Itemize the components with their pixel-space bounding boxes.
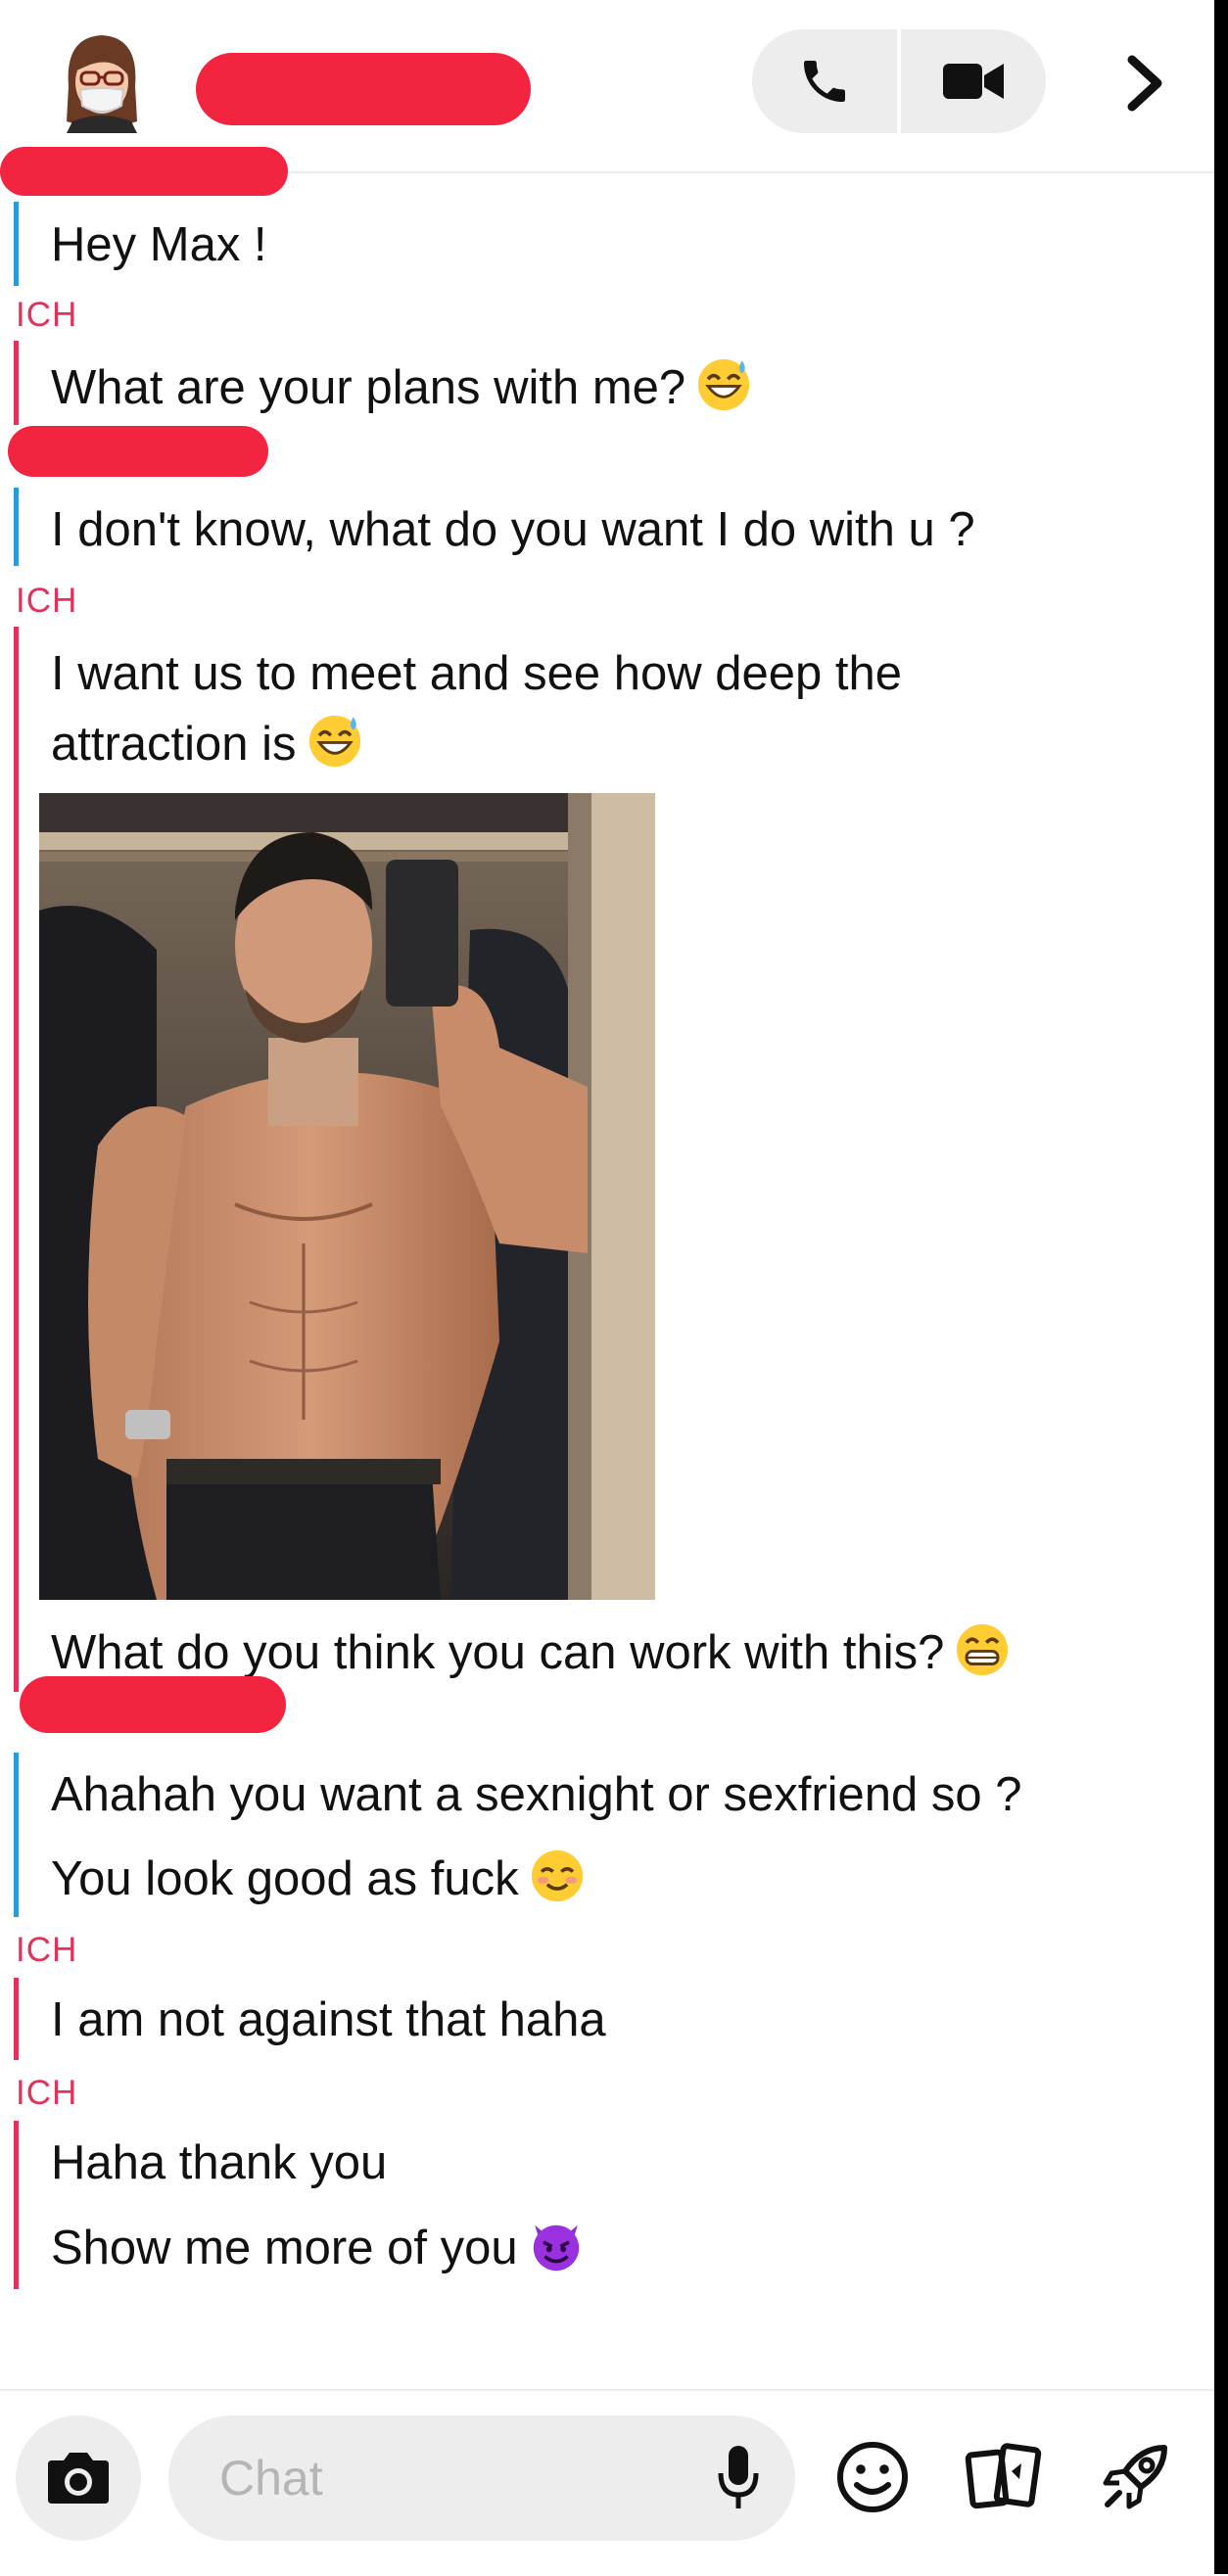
message-text: What are your plans with me? — [51, 361, 686, 414]
voice-call-button[interactable] — [752, 29, 897, 133]
screen-edge — [1214, 0, 1228, 2574]
sender-bar-them — [14, 488, 19, 566]
message-text: attraction is — [51, 718, 297, 771]
message-text: What do you think you can work with this… — [51, 1626, 945, 1679]
redaction-mark — [20, 1676, 286, 1733]
sweat-smile-emoji — [308, 715, 360, 768]
sender-label-me: ICH — [16, 1931, 78, 1969]
chevron-right-icon — [1127, 55, 1162, 112]
sender-bar-me — [14, 1978, 19, 2060]
message-text: You look good as fuck — [51, 1852, 519, 1905]
rocket-button[interactable] — [1093, 2435, 1177, 2519]
redaction-mark — [8, 426, 268, 477]
sender-label-me: ICH — [16, 296, 78, 334]
smiling-blush-emoji — [531, 1850, 583, 1902]
contact-avatar[interactable] — [55, 27, 149, 133]
message-text[interactable]: Haha thank you — [51, 2128, 387, 2198]
message-item[interactable]: attraction is — [51, 709, 363, 779]
video-call-button[interactable] — [901, 29, 1046, 133]
message-text[interactable]: Ahahah you want a sexnight or sexfriend … — [51, 1759, 1022, 1830]
sender-label-me: ICH — [16, 2074, 78, 2112]
message-text: Show me more of you — [51, 2222, 518, 2274]
sender-bar-them — [14, 1753, 19, 1917]
message-text[interactable]: I don't know, what do you want I do with… — [51, 494, 975, 565]
sender-bar-me — [14, 2121, 19, 2289]
message-item[interactable]: You look good as fuck — [51, 1844, 586, 1914]
smiling-devil-emoji — [533, 2225, 579, 2272]
call-buttons — [752, 29, 1046, 133]
message-text[interactable]: Hey Max ! — [51, 210, 267, 280]
video-camera-icon — [943, 64, 1004, 99]
cards-icon — [965, 2443, 1042, 2509]
chat-input-field[interactable] — [168, 2415, 795, 2541]
sender-bar-me — [14, 627, 19, 1692]
contact-username-redaction — [0, 147, 288, 196]
microphone-button[interactable] — [697, 2437, 779, 2519]
chevron-right-button[interactable] — [1107, 44, 1185, 122]
shirtless-mirror-selfie-photo[interactable] — [39, 793, 655, 1600]
message-item[interactable]: Show me more of you — [51, 2213, 585, 2283]
sweat-smile-emoji — [698, 358, 750, 411]
grin-emoji — [957, 1623, 1009, 1676]
sender-bar-me — [14, 341, 19, 425]
contact-name-redaction — [196, 53, 531, 125]
camera-button[interactable] — [16, 2415, 141, 2541]
chat-input[interactable] — [219, 2415, 689, 2541]
chat-header — [0, 0, 1214, 196]
sender-bar-them — [14, 202, 19, 286]
message-item[interactable]: What are your plans with me? — [51, 352, 752, 423]
sender-label-me: ICH — [16, 582, 78, 620]
emoji-button[interactable] — [830, 2435, 915, 2519]
camera-icon — [48, 2453, 109, 2504]
message-text[interactable]: I want us to meet and see how deep the — [51, 638, 902, 709]
cards-button[interactable] — [962, 2435, 1046, 2519]
phone-icon — [804, 61, 845, 102]
smiley-icon — [837, 2442, 908, 2512]
message-text[interactable]: I am not against that haha — [51, 1985, 606, 2055]
chat-screen: Hey Max ! ICH What are your plans with m… — [0, 0, 1214, 2574]
rocket-icon — [1103, 2445, 1167, 2509]
microphone-icon — [718, 2446, 759, 2508]
